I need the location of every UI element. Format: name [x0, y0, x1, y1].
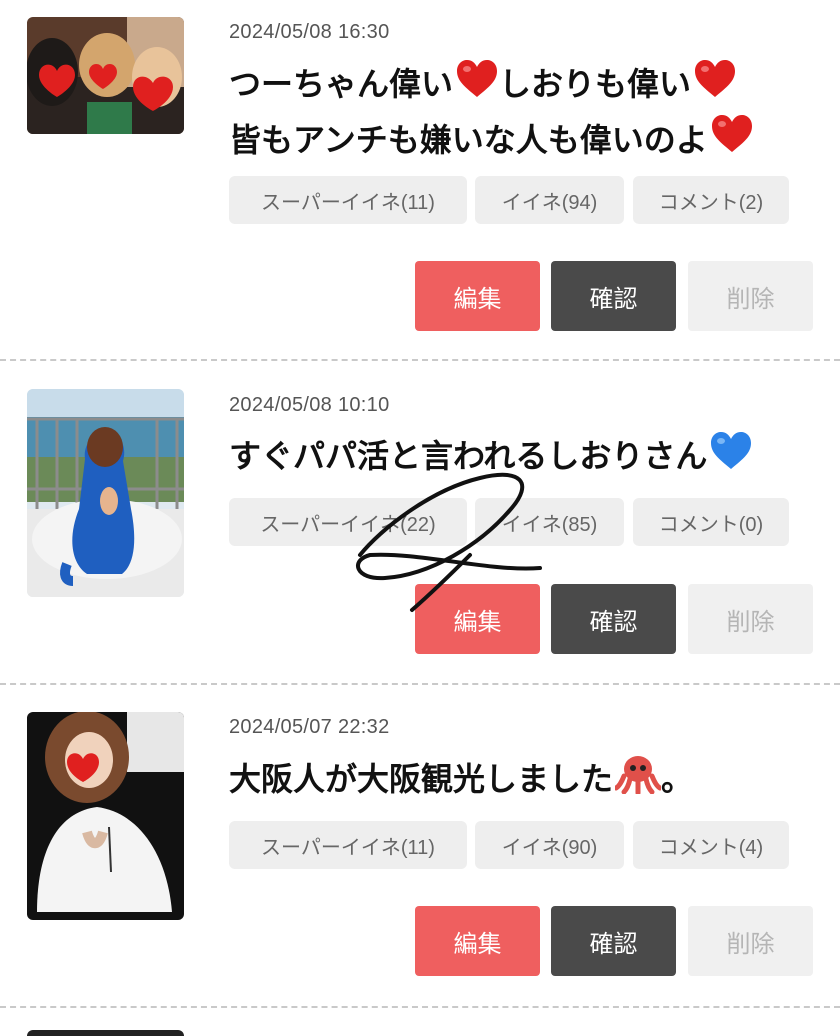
red-heart-icon: [710, 114, 754, 169]
post-thumbnail[interactable]: [27, 712, 184, 920]
edit-button[interactable]: 編集: [415, 906, 540, 976]
edit-button[interactable]: 編集: [415, 584, 540, 654]
like-button[interactable]: イイネ(85): [475, 498, 624, 546]
post-thumbnail[interactable]: [27, 1030, 184, 1036]
post-date: 2024/05/08 10:10: [229, 394, 390, 416]
confirm-button[interactable]: 確認: [551, 584, 676, 654]
post-divider: [0, 683, 840, 685]
post-divider: [0, 359, 840, 361]
post-title: つーちゃん偉い しおりも偉い 皆もアンチも嫌いな人も偉いのよ: [229, 58, 754, 169]
delete-button[interactable]: 削除: [688, 584, 813, 654]
post-date: 2024/05/08 16:30: [229, 21, 390, 43]
super-like-button[interactable]: スーパーイイネ(22): [229, 498, 467, 546]
red-heart-icon: [455, 59, 499, 114]
post-thumbnail[interactable]: [27, 17, 184, 134]
like-button[interactable]: イイネ(90): [475, 821, 624, 869]
post-title: すぐパパ活と言われるしおりさん: [229, 430, 753, 486]
blue-heart-icon: [709, 431, 753, 486]
comment-button[interactable]: コメント(4): [633, 821, 789, 869]
super-like-button[interactable]: スーパーイイネ(11): [229, 176, 467, 224]
post-divider: [0, 1006, 840, 1008]
confirm-button[interactable]: 確認: [551, 906, 676, 976]
red-heart-icon: [693, 59, 737, 114]
delete-button[interactable]: 削除: [688, 261, 813, 331]
post-title: 大阪人が大阪観光しました。: [229, 753, 693, 809]
comment-button[interactable]: コメント(0): [633, 498, 789, 546]
delete-button[interactable]: 削除: [688, 906, 813, 976]
like-button[interactable]: イイネ(94): [475, 176, 624, 224]
confirm-button[interactable]: 確認: [551, 261, 676, 331]
post-thumbnail[interactable]: [27, 389, 184, 597]
comment-button[interactable]: コメント(2): [633, 176, 789, 224]
super-like-button[interactable]: スーパーイイネ(11): [229, 821, 467, 869]
octopus-icon: [613, 754, 663, 809]
edit-button[interactable]: 編集: [415, 261, 540, 331]
post-date: 2024/05/07 22:32: [229, 716, 390, 738]
